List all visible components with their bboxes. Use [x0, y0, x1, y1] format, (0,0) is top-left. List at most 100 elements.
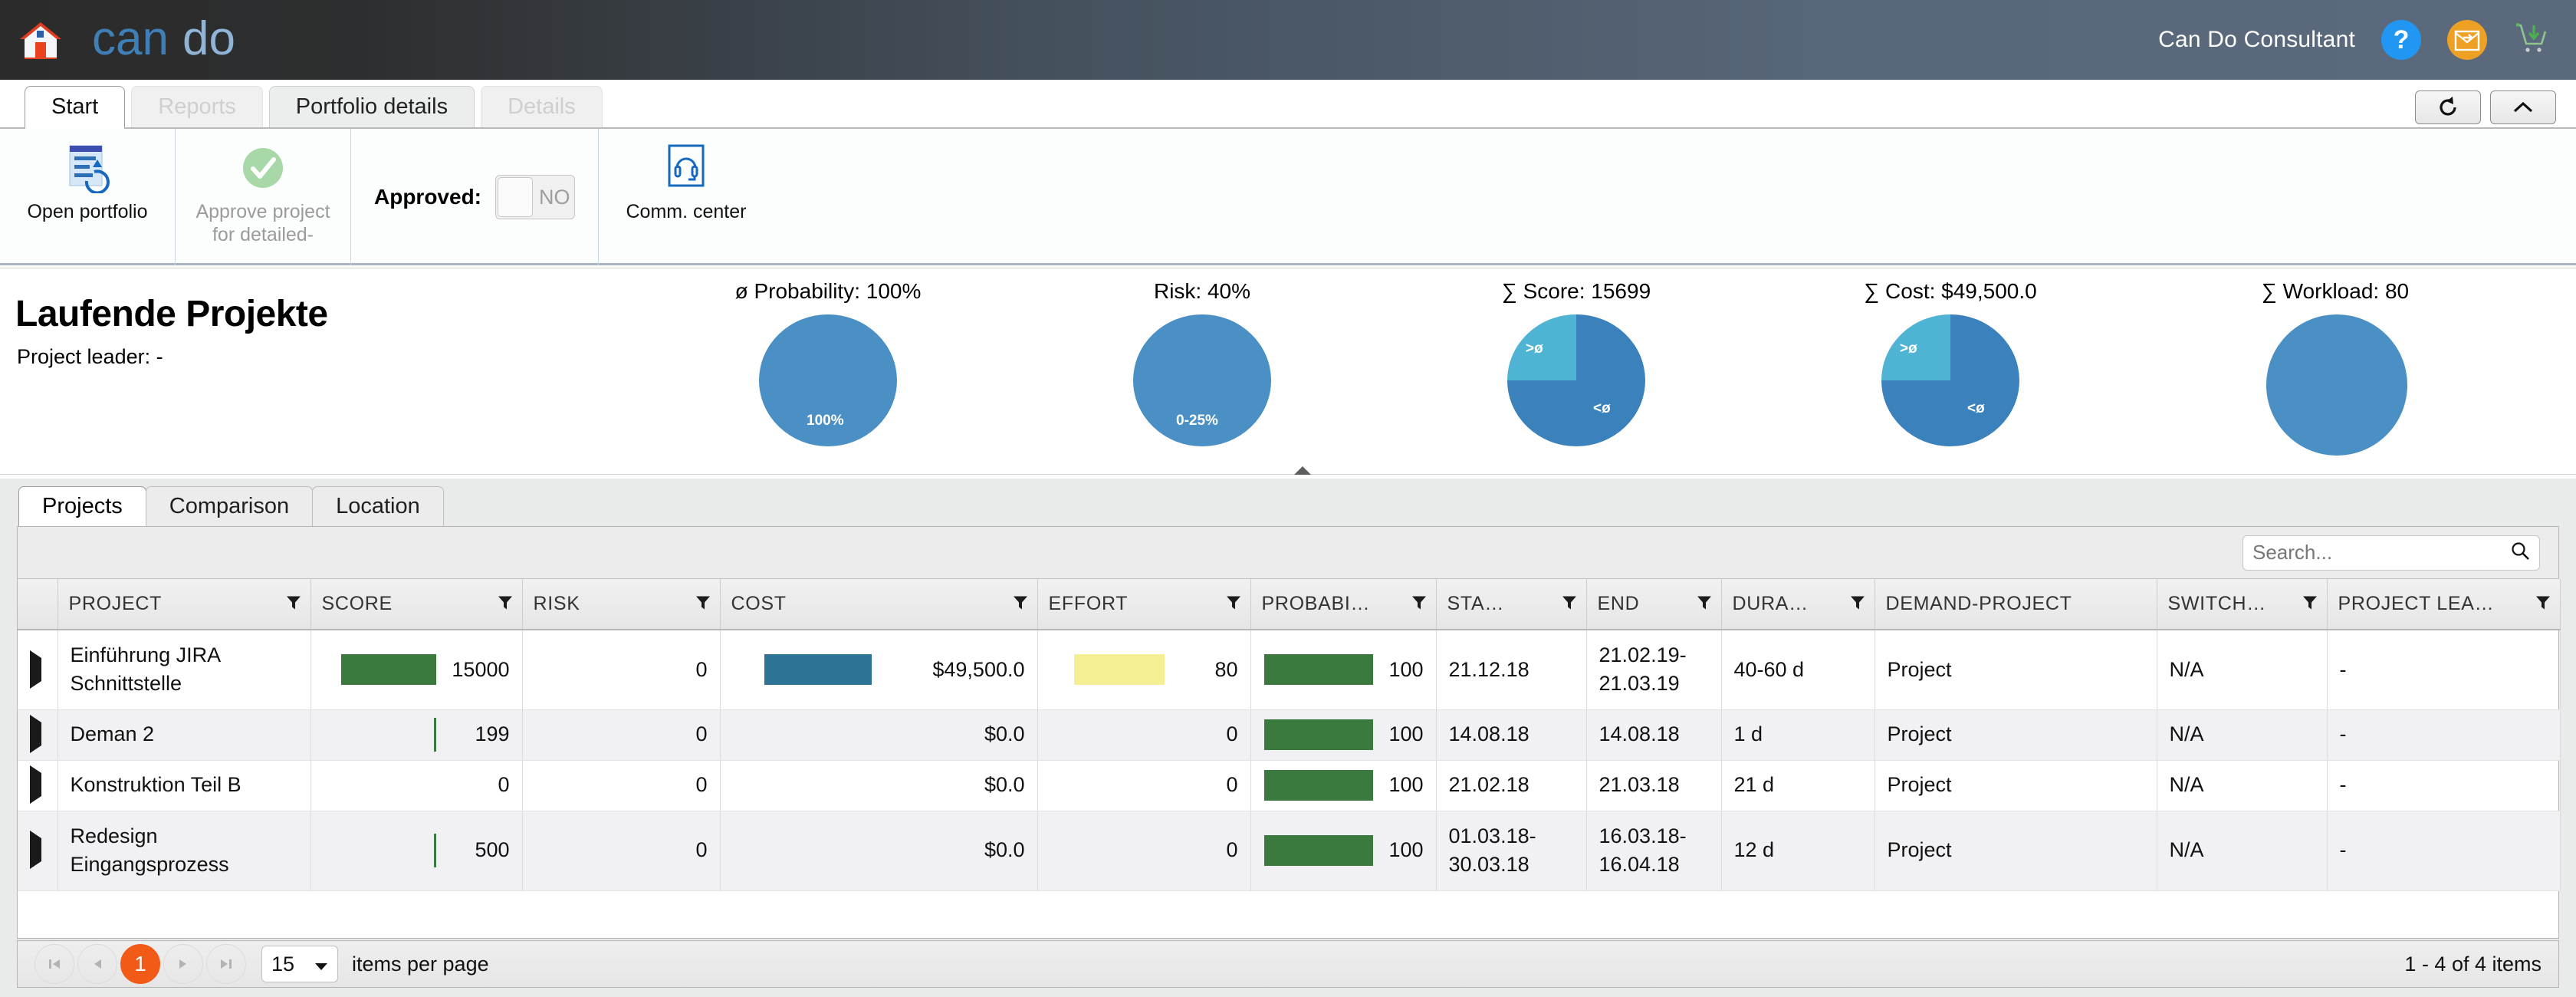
portfolio-summary-band: Laufende Projekte Project leader: - ø Pr…: [0, 268, 2576, 475]
row-expander-cell[interactable]: [18, 630, 58, 710]
col-score[interactable]: SCORE: [310, 579, 523, 630]
open-portfolio-button[interactable]: Open portfolio: [20, 140, 155, 224]
filter-icon[interactable]: [1411, 593, 1427, 615]
page-number-1[interactable]: 1: [120, 944, 160, 984]
col-switch[interactable]: SWITCH…: [2157, 579, 2328, 630]
col-risk[interactable]: RISK: [522, 579, 721, 630]
table-row[interactable]: Deman 2 199 0 $0.0 0 100 14.08.18 14.08.…: [18, 709, 2561, 761]
help-icon[interactable]: ?: [2381, 20, 2421, 60]
cell-cost: $0.0: [720, 811, 1038, 891]
ribbon-group-approved-toggle: Approved: NO: [350, 129, 598, 265]
row-expander-cell[interactable]: [18, 760, 58, 811]
cell-project-leader: -: [2327, 709, 2561, 761]
row-expander-cell[interactable]: [18, 709, 58, 761]
filter-icon[interactable]: [1226, 593, 1241, 615]
effort-bar: [1073, 654, 1165, 686]
search-box[interactable]: [2242, 535, 2540, 571]
filter-icon[interactable]: [695, 593, 711, 615]
svg-text:can: can: [92, 15, 169, 65]
probability-value: 100: [1388, 838, 1424, 862]
table-body: Einführung JIRA Schnittstelle 15000 0 $4…: [18, 630, 2561, 891]
cell-score: 0: [310, 760, 523, 811]
col-end[interactable]: END: [1586, 579, 1722, 630]
cell-switch: N/A: [2157, 760, 2328, 811]
tab-portfolio-details[interactable]: Portfolio details: [268, 86, 475, 127]
table-row[interactable]: Konstruktion Teil B 0 0 $0.0 0 100 21.02…: [18, 760, 2561, 811]
cost-value: $0.0: [984, 722, 1025, 746]
table-row[interactable]: Redesign Eingangsprozess 500 0 $0.0 0 10…: [18, 811, 2561, 891]
app-header: can do Can Do Consultant ?: [0, 0, 2576, 80]
cell-duration: 1 d: [1721, 709, 1875, 761]
pie-slice-label-below-avg: <ø: [1593, 400, 1611, 416]
refresh-icon[interactable]: [2415, 90, 2481, 124]
tab-reports[interactable]: Reports: [131, 86, 263, 127]
collapse-chevron-up-icon[interactable]: [2490, 90, 2556, 124]
prev-page-button[interactable]: [77, 944, 117, 984]
filter-icon[interactable]: [2302, 593, 2318, 615]
last-page-button[interactable]: [206, 944, 246, 984]
filter-icon[interactable]: [2535, 593, 2551, 615]
summary-collapse-handle[interactable]: [1294, 466, 1311, 475]
cell-effort: 80: [1037, 630, 1251, 710]
expand-arrow-icon[interactable]: [30, 650, 41, 689]
cell-duration: 21 d: [1721, 760, 1875, 811]
expand-arrow-icon[interactable]: [30, 831, 41, 870]
row-expander-cell[interactable]: [18, 811, 58, 891]
tab-location[interactable]: Location: [312, 486, 444, 526]
filter-icon[interactable]: [1850, 593, 1865, 615]
col-start[interactable]: STA…: [1436, 579, 1587, 630]
col-label: SWITCH…: [2167, 593, 2266, 614]
filter-icon[interactable]: [1562, 593, 1577, 615]
col-project[interactable]: PROJECT: [58, 579, 311, 630]
cell-switch: N/A: [2157, 709, 2328, 761]
cell-project-leader: -: [2327, 630, 2561, 710]
approve-project-button[interactable]: Approve project for detailed-: [196, 140, 330, 246]
approved-toggle[interactable]: NO: [495, 175, 575, 219]
pager-range-info: 1 - 4 of 4 items: [2404, 952, 2542, 976]
search-input[interactable]: [2252, 541, 2510, 564]
tab-comparison[interactable]: Comparison: [145, 486, 314, 526]
tab-details[interactable]: Details: [481, 86, 603, 127]
mail-icon[interactable]: [2447, 20, 2487, 60]
tab-start[interactable]: Start: [25, 86, 126, 129]
ribbon-toolbar: Open portfolio Approve project for detai…: [0, 129, 2576, 265]
score-bar: [340, 654, 436, 686]
filter-icon[interactable]: [286, 593, 301, 615]
col-label: END: [1597, 593, 1640, 614]
search-icon[interactable]: [2510, 541, 2530, 564]
pie-slice-label-below-avg: <ø: [1967, 400, 1985, 416]
col-project-leader[interactable]: PROJECT LEA…: [2327, 579, 2561, 630]
cell-switch: N/A: [2157, 811, 2328, 891]
col-demand-project[interactable]: DEMAND-PROJECT: [1875, 579, 2157, 630]
approved-value: NO: [539, 185, 570, 209]
cell-score: 500: [310, 811, 523, 891]
filter-icon[interactable]: [498, 593, 513, 615]
score-value: 199: [475, 722, 510, 746]
comm-center-button[interactable]: Comm. center: [619, 140, 754, 224]
open-portfolio-icon: [64, 140, 111, 196]
col-effort[interactable]: EFFORT: [1037, 579, 1251, 630]
expand-arrow-icon[interactable]: [30, 715, 41, 754]
cell-start: 21.02.18: [1436, 760, 1587, 811]
col-label: COST: [731, 593, 787, 614]
cell-demand-project: Project: [1875, 630, 2157, 710]
expand-arrow-icon[interactable]: [30, 765, 41, 805]
cost-bar: [764, 654, 872, 686]
cart-download-icon[interactable]: [2513, 21, 2548, 60]
filter-icon[interactable]: [1013, 593, 1028, 615]
approve-check-icon: [239, 140, 287, 196]
table-row[interactable]: Einführung JIRA Schnittstelle 15000 0 $4…: [18, 630, 2561, 710]
home-icon[interactable]: [17, 16, 64, 64]
col-cost[interactable]: COST: [720, 579, 1038, 630]
next-page-button[interactable]: [163, 944, 203, 984]
page-size-select[interactable]: 15: [261, 946, 338, 982]
tab-projects[interactable]: Projects: [18, 486, 146, 526]
first-page-button[interactable]: [34, 944, 74, 984]
header-right-cluster: Can Do Consultant ?: [2158, 20, 2548, 60]
cost-value: $0.0: [984, 838, 1025, 862]
cell-duration: 40-60 d: [1721, 630, 1875, 710]
filter-icon[interactable]: [1697, 593, 1712, 615]
col-duration[interactable]: DURA…: [1721, 579, 1875, 630]
score-value: 15000: [452, 657, 510, 681]
col-probability[interactable]: PROBABI…: [1250, 579, 1437, 630]
